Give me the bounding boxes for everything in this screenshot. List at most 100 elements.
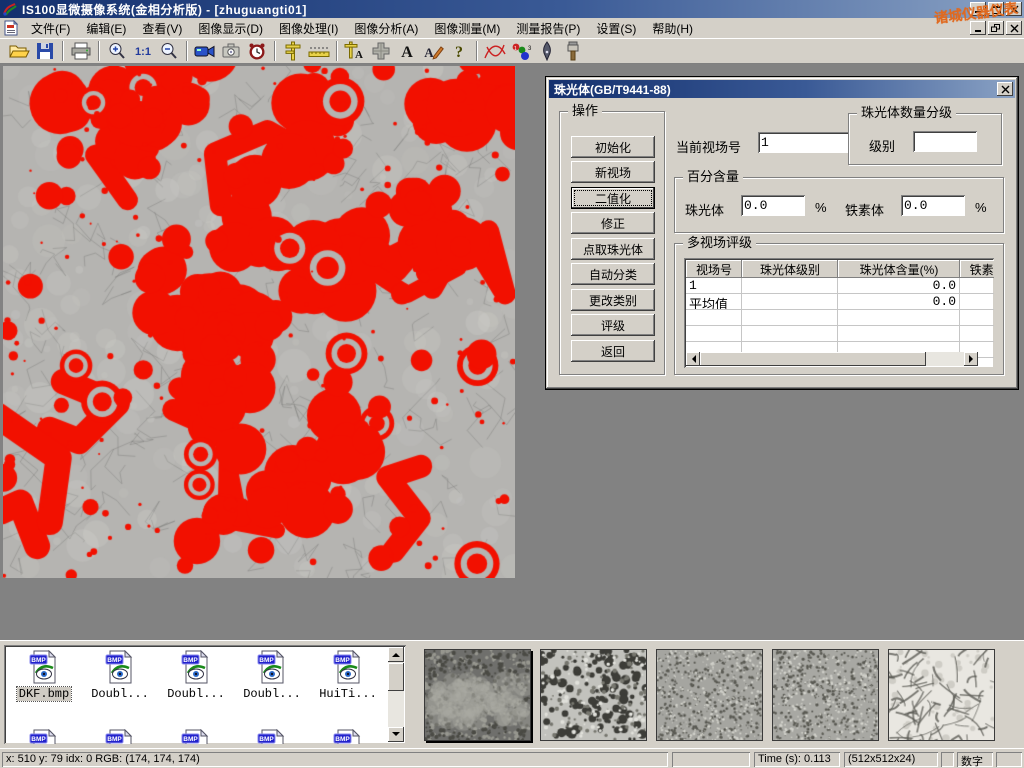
image-dimensions-status: (512x512x24) [844, 752, 938, 767]
time-status: Time (s): 0.113 [754, 752, 840, 767]
file-item[interactable]: BMP [234, 729, 310, 744]
scrollbar-thumb[interactable] [700, 352, 926, 366]
change-class-button[interactable]: 更改类别 [571, 289, 655, 311]
file-name[interactable]: Doubl... [241, 687, 303, 701]
video-capture-button[interactable] [192, 40, 218, 63]
table-row[interactable]: 1 0.0 [686, 278, 994, 294]
binarize-button[interactable]: 二值化 [571, 187, 655, 209]
file-item[interactable]: BMP DKF.bmp [6, 650, 82, 702]
return-button[interactable]: 返回 [571, 340, 655, 362]
operations-group: 操作 初始化 新视场 二值化 修正 点取珠光体 自动分类 更改类别 评级 返回 [559, 111, 665, 375]
annotate-icon: A [422, 41, 444, 61]
ruler-button[interactable] [306, 40, 332, 63]
status-panel-empty [672, 752, 750, 767]
save-button[interactable] [32, 40, 58, 63]
actual-size-button[interactable]: 1:1 [130, 40, 156, 63]
col-pearlite-level[interactable]: 珠光体级别 [742, 260, 838, 278]
file-item[interactable]: BMP Doubl... [234, 650, 310, 702]
scroll-right-button[interactable] [964, 352, 978, 366]
text-button[interactable]: A [394, 40, 420, 63]
rate-button[interactable]: 评级 [571, 314, 655, 336]
maximize-button[interactable] [988, 2, 1004, 16]
file-item[interactable]: BMP Doubl... [158, 650, 234, 702]
percent-legend: 百分含量 [683, 170, 743, 184]
dialog-title-bar[interactable]: 珠光体(GB/T9441-88) [549, 80, 1015, 98]
file-name[interactable]: HuiTi... [317, 687, 379, 701]
file-item[interactable]: BMP [6, 729, 82, 744]
metallograph-image[interactable] [3, 66, 515, 578]
sample-thumbnail-1[interactable] [424, 649, 531, 741]
current-field-label: 当前视场号 [676, 137, 741, 156]
sample-thumbnail-2[interactable] [540, 649, 647, 741]
classify-button[interactable]: 13 [508, 40, 534, 63]
menu-view[interactable]: 查看(V) [134, 18, 190, 39]
menu-help[interactable]: 帮助(H) [644, 18, 701, 39]
scrollbar-thumb[interactable] [388, 663, 404, 691]
status-bar: x: 510 y: 79 idx: 0 RGB: (174, 174, 174)… [0, 748, 1024, 768]
print-button[interactable] [68, 40, 94, 63]
measure-label-button[interactable]: A [342, 40, 368, 63]
table-horizontal-scrollbar[interactable] [686, 352, 978, 366]
dialog-close-button[interactable] [997, 82, 1013, 96]
ferrite-percent-input[interactable] [901, 195, 965, 216]
menu-image-analyze[interactable]: 图像分析(A) [346, 18, 426, 39]
file-item[interactable]: BMP [310, 729, 386, 744]
menu-edit[interactable]: 编辑(E) [78, 18, 134, 39]
menu-image-process[interactable]: 图像处理(I) [271, 18, 346, 39]
col-ferrite-content[interactable]: 铁素体含量(%) [960, 260, 994, 278]
file-item[interactable]: BMP [82, 729, 158, 744]
table-row[interactable]: 平均值 0.0 [686, 294, 994, 310]
new-field-button[interactable]: 新视场 [571, 161, 655, 183]
timer-button[interactable] [244, 40, 270, 63]
menu-settings[interactable]: 设置(S) [588, 18, 644, 39]
sample-thumbnail-3[interactable] [656, 649, 763, 741]
sample-thumbnail-5[interactable] [888, 649, 995, 741]
arrow-up-icon [392, 649, 400, 657]
file-item[interactable]: BMP HuiTi... [310, 650, 386, 702]
menu-image-display[interactable]: 图像显示(D) [190, 18, 271, 39]
pearlite-percent-input[interactable] [741, 195, 805, 216]
close-button[interactable] [1006, 2, 1022, 16]
percent-sign: % [815, 200, 827, 215]
col-pearlite-content[interactable]: 珠光体含量(%) [838, 260, 960, 278]
child-restore-button[interactable] [988, 21, 1004, 35]
file-name[interactable]: Doubl... [89, 687, 151, 701]
svg-text:BMP: BMP [335, 736, 350, 743]
auto-classify-button[interactable]: 自动分类 [571, 263, 655, 285]
menu-report[interactable]: 测量报告(P) [508, 18, 588, 39]
file-list-scrollbar[interactable] [388, 647, 404, 742]
level-input[interactable] [913, 131, 977, 152]
curve-button[interactable] [482, 40, 508, 63]
grid-cross-button[interactable] [368, 40, 394, 63]
open-button[interactable] [6, 40, 32, 63]
sample-thumbnail-4[interactable] [772, 649, 879, 741]
file-item[interactable]: BMP [158, 729, 234, 744]
camera-button[interactable] [218, 40, 244, 63]
restore-icon [991, 24, 1001, 33]
child-close-button[interactable] [1006, 21, 1022, 35]
brush-button[interactable] [560, 40, 586, 63]
file-name[interactable]: DKF.bmp [17, 687, 71, 701]
pick-pearlite-button[interactable]: 点取珠光体 [571, 238, 655, 260]
caliper-button[interactable] [280, 40, 306, 63]
scroll-up-button[interactable] [388, 647, 404, 662]
help-button[interactable]: ? [446, 40, 472, 63]
col-field-no[interactable]: 视场号 [686, 260, 742, 278]
percent-sign: % [975, 200, 987, 215]
zoom-out-button[interactable] [156, 40, 182, 63]
zoom-in-button[interactable] [104, 40, 130, 63]
init-button[interactable]: 初始化 [571, 136, 655, 158]
menu-file[interactable]: 文件(F) [23, 18, 78, 39]
annotate-button[interactable]: A [420, 40, 446, 63]
pen-button[interactable] [534, 40, 560, 63]
menu-image-measure[interactable]: 图像测量(M) [426, 18, 508, 39]
minimize-button[interactable] [970, 2, 986, 16]
scroll-left-button[interactable] [686, 352, 700, 366]
current-field-input[interactable] [758, 132, 850, 153]
scroll-down-button[interactable] [388, 727, 404, 742]
child-minimize-button[interactable] [970, 21, 986, 35]
file-item[interactable]: BMP Doubl... [82, 650, 158, 702]
file-name[interactable]: Doubl... [165, 687, 227, 701]
correct-button[interactable]: 修正 [571, 212, 655, 234]
scrollbar-track[interactable] [926, 352, 964, 366]
